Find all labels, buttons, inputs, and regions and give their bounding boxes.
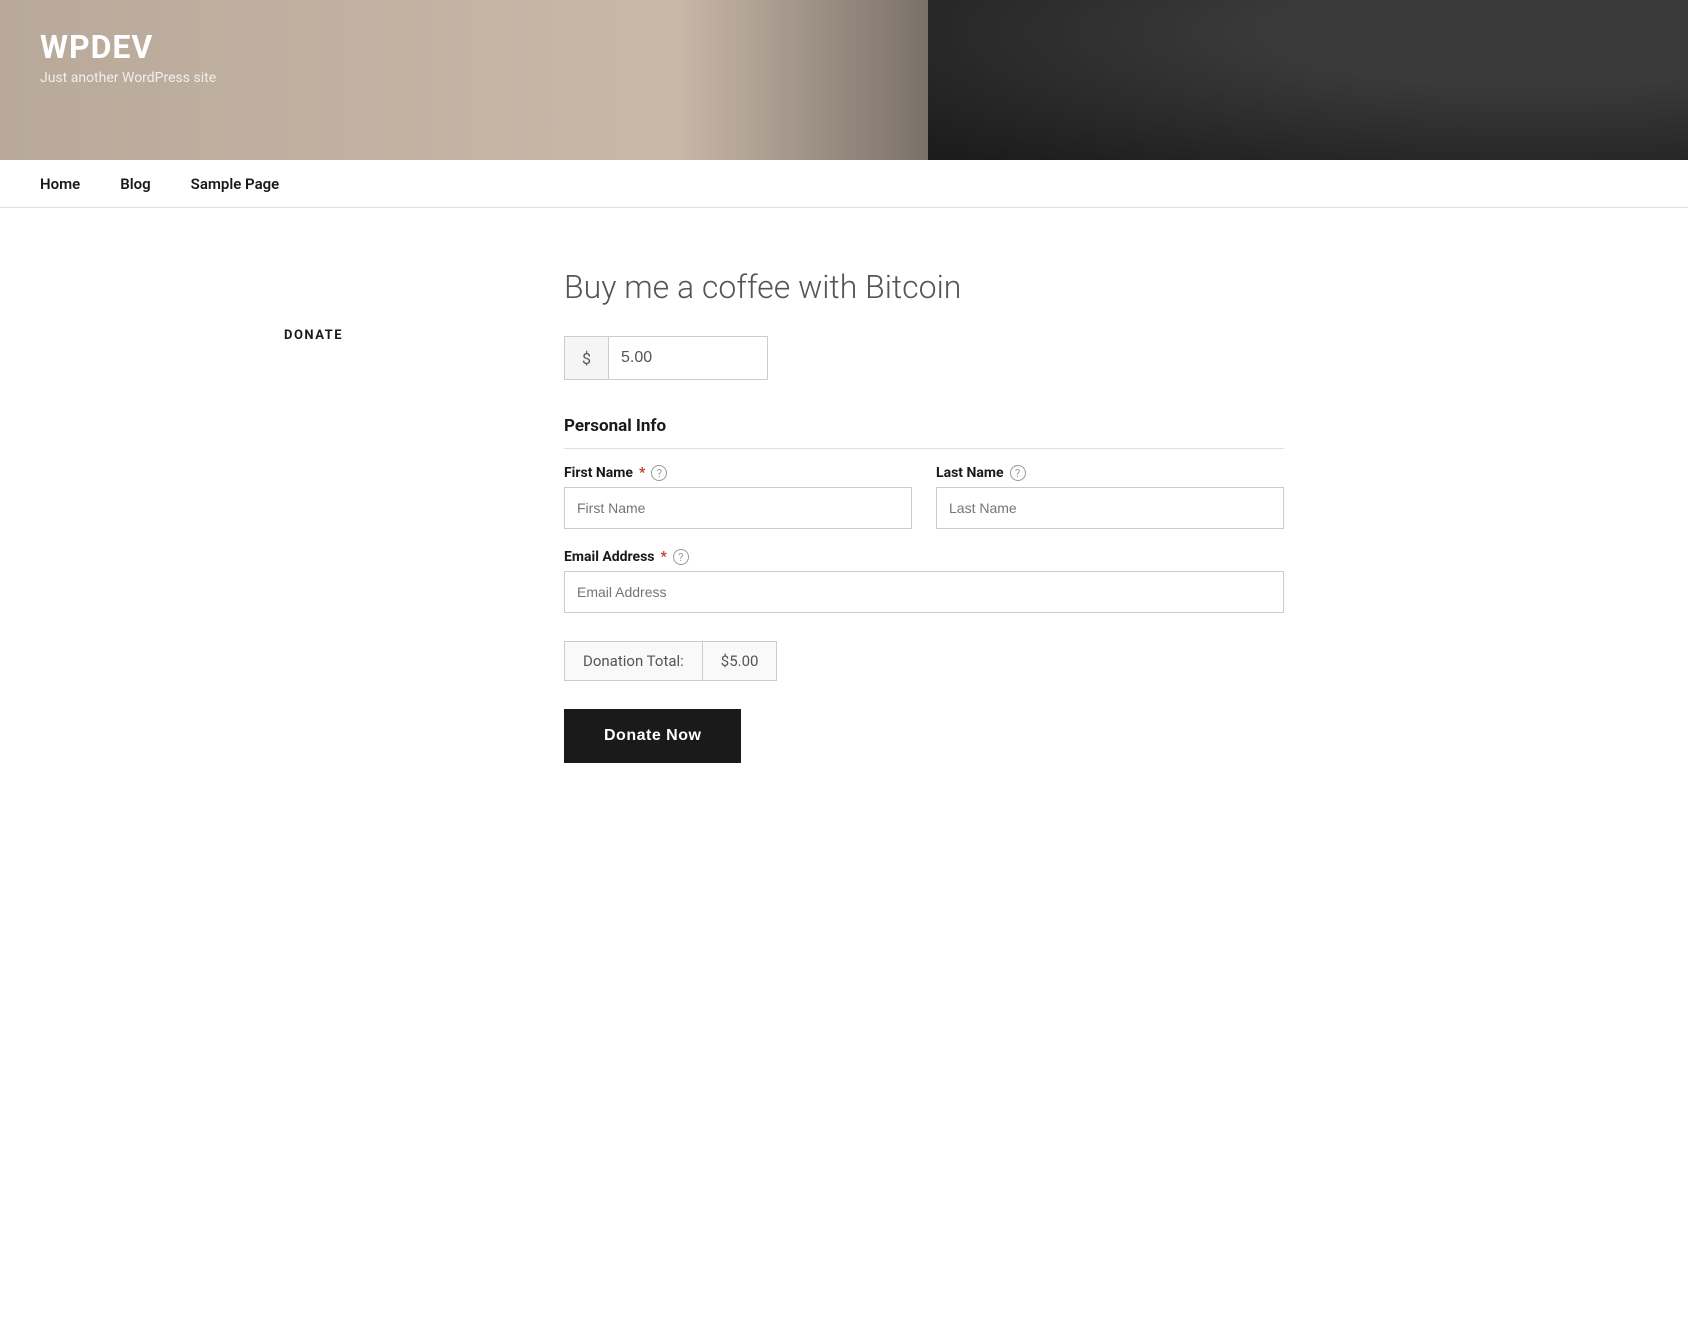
- site-header: WPDEV Just another WordPress site: [0, 0, 1688, 160]
- sidebar-donate-heading: DONATE: [284, 328, 484, 343]
- last-name-group: Last Name ?: [936, 465, 1284, 529]
- donation-title: Buy me a coffee with Bitcoin: [564, 268, 1284, 306]
- email-group: Email Address * ?: [564, 549, 1284, 613]
- site-title: WPDEV: [40, 28, 216, 66]
- last-name-label: Last Name ?: [936, 465, 1284, 481]
- nav-item-home[interactable]: Home: [40, 174, 80, 193]
- donation-total-row: Donation Total: $5.00: [564, 641, 1284, 681]
- first-name-required: *: [639, 465, 645, 481]
- first-name-input[interactable]: [564, 487, 912, 529]
- first-name-label: First Name * ?: [564, 465, 912, 481]
- personal-info-heading: Personal Info: [564, 416, 1284, 449]
- email-required: *: [661, 549, 667, 565]
- amount-row: $: [564, 336, 1284, 380]
- donate-now-button[interactable]: Donate Now: [564, 709, 741, 763]
- sidebar: DONATE: [284, 268, 484, 763]
- amount-input[interactable]: [608, 336, 768, 380]
- currency-symbol: $: [564, 336, 608, 380]
- last-name-input[interactable]: [936, 487, 1284, 529]
- site-navigation: Home Blog Sample Page: [0, 160, 1688, 208]
- donation-total-label: Donation Total:: [564, 641, 702, 681]
- nav-link-home[interactable]: Home: [40, 175, 80, 193]
- donation-section: Buy me a coffee with Bitcoin $ Personal …: [564, 268, 1284, 763]
- last-name-help-icon[interactable]: ?: [1010, 465, 1026, 481]
- nav-item-blog[interactable]: Blog: [120, 174, 150, 193]
- name-row: First Name * ? Last Name ?: [564, 465, 1284, 529]
- first-name-help-icon[interactable]: ?: [651, 465, 667, 481]
- donation-total-value: $5.00: [702, 641, 778, 681]
- nav-link-blog[interactable]: Blog: [120, 175, 150, 193]
- site-description: Just another WordPress site: [40, 70, 216, 86]
- first-name-group: First Name * ?: [564, 465, 912, 529]
- site-branding: WPDEV Just another WordPress site: [40, 28, 216, 86]
- email-label: Email Address * ?: [564, 549, 1284, 565]
- main-content: DONATE Buy me a coffee with Bitcoin $ Pe…: [244, 208, 1444, 843]
- email-input[interactable]: [564, 571, 1284, 613]
- nav-link-sample-page[interactable]: Sample Page: [191, 175, 280, 193]
- nav-item-sample-page[interactable]: Sample Page: [191, 174, 280, 193]
- email-help-icon[interactable]: ?: [673, 549, 689, 565]
